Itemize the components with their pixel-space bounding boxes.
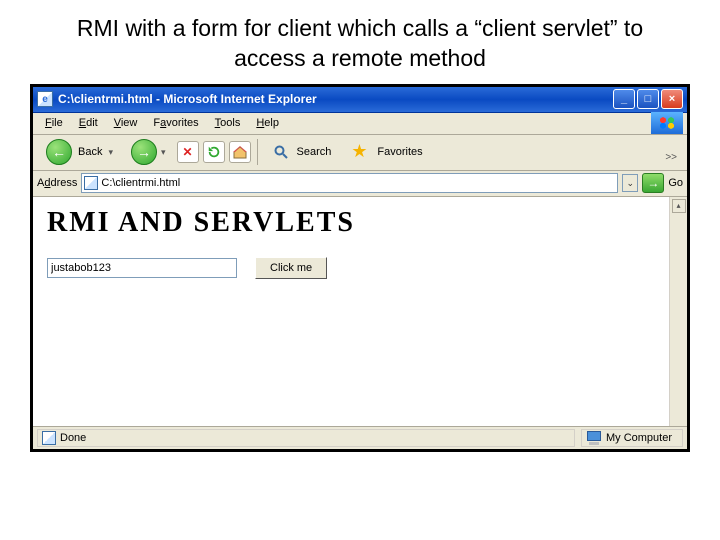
favorites-button[interactable]: ★ Favorites: [344, 138, 431, 166]
scroll-up-icon[interactable]: ▴: [672, 199, 686, 213]
star-icon: ★: [351, 142, 371, 162]
window-titlebar: e C:\clientrmi.html - Microsoft Internet…: [33, 87, 687, 113]
forward-button[interactable]: → ▾: [124, 138, 173, 166]
close-button[interactable]: ×: [661, 89, 683, 109]
page-content: RMI AND SERVLETS Click me: [33, 197, 669, 426]
address-page-icon: [84, 176, 98, 190]
search-icon: [271, 142, 291, 162]
favorites-label: Favorites: [375, 146, 424, 158]
stop-button[interactable]: ✕: [177, 141, 199, 163]
go-label: Go: [668, 177, 683, 189]
status-bar: Done My Computer: [33, 427, 687, 449]
status-page-icon: [42, 431, 56, 445]
window-title: C:\clientrmi.html - Microsoft Internet E…: [58, 92, 613, 106]
minimize-button[interactable]: _: [613, 89, 635, 109]
address-input[interactable]: [101, 177, 615, 189]
maximize-button[interactable]: □: [637, 89, 659, 109]
home-button[interactable]: [229, 141, 251, 163]
browser-window: e C:\clientrmi.html - Microsoft Internet…: [30, 84, 690, 452]
my-computer-icon: [586, 431, 602, 445]
menu-file[interactable]: File: [37, 115, 71, 131]
search-button[interactable]: Search: [264, 138, 341, 166]
address-input-wrap[interactable]: [81, 173, 618, 193]
refresh-button[interactable]: [203, 141, 225, 163]
address-bar: Address ⌄ → Go: [33, 171, 687, 197]
address-dropdown-button[interactable]: ⌄: [622, 174, 638, 192]
go-button[interactable]: →: [642, 173, 664, 193]
back-button[interactable]: ← Back ▾: [39, 138, 120, 166]
forward-arrow-icon: →: [131, 139, 157, 165]
toolbar: ← Back ▾ → ▾ ✕ Search ★ Favorites >>: [33, 135, 687, 171]
ie-logo-icon: [651, 112, 683, 134]
forward-dropdown-icon[interactable]: ▾: [161, 147, 166, 158]
back-label: Back: [76, 146, 104, 158]
search-label: Search: [295, 146, 334, 158]
security-zone-label: My Computer: [606, 432, 672, 444]
back-dropdown-icon[interactable]: ▾: [108, 147, 113, 158]
back-arrow-icon: ←: [46, 139, 72, 165]
address-label: Address: [37, 177, 77, 189]
vertical-scrollbar[interactable]: ▴: [669, 197, 687, 426]
menu-help[interactable]: Help: [248, 115, 287, 131]
home-icon: [232, 144, 248, 160]
menu-edit[interactable]: Edit: [71, 115, 106, 131]
page-icon: e: [37, 91, 53, 107]
username-input[interactable]: [47, 258, 237, 278]
toolbar-overflow-button[interactable]: >>: [665, 142, 681, 163]
click-me-button[interactable]: Click me: [255, 257, 327, 279]
slide-title: RMI with a form for client which calls a…: [0, 0, 720, 84]
menu-bar: File Edit View Favorites Tools Help: [33, 113, 687, 135]
menu-view[interactable]: View: [106, 115, 146, 131]
status-text: Done: [60, 432, 86, 444]
refresh-icon: [207, 145, 221, 159]
page-heading: RMI AND SERVLETS: [47, 207, 655, 239]
menu-favorites[interactable]: Favorites: [145, 115, 206, 131]
menu-tools[interactable]: Tools: [207, 115, 249, 131]
toolbar-separator: [257, 139, 258, 165]
